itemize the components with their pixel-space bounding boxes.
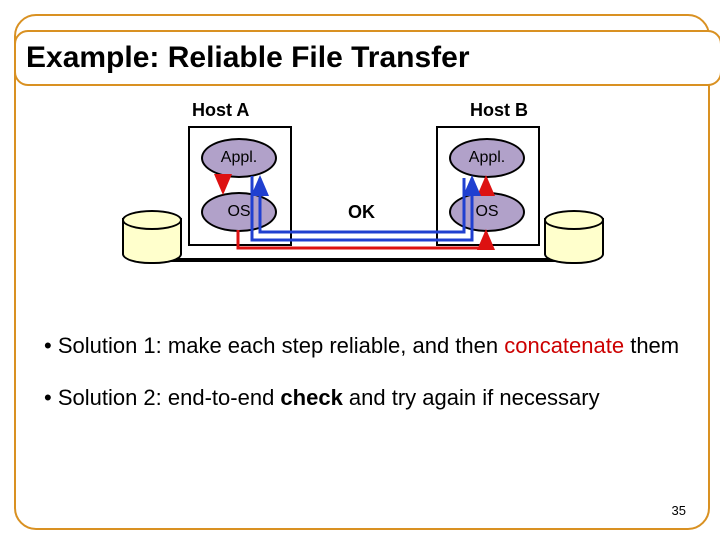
host-a-label: Host A — [192, 100, 249, 121]
host-b-os: OS — [449, 192, 525, 232]
slide-frame: Example: Reliable File Transfer Host A H… — [14, 14, 710, 530]
disk-top — [544, 210, 604, 230]
host-a-appl: Appl. — [201, 138, 277, 178]
title-bar: Example: Reliable File Transfer — [14, 30, 720, 86]
bullet-2: • Solution 2: end-to-end check and try a… — [44, 384, 684, 412]
b2-bold: check — [280, 385, 342, 410]
b1-pre: • Solution 1: make each step reliable, a… — [44, 333, 504, 358]
bullets: • Solution 1: make each step reliable, a… — [44, 332, 684, 435]
network-line — [162, 258, 562, 262]
disk-a — [122, 210, 178, 268]
diagram: Host A Host B Appl. OS Appl. OS OK — [16, 96, 708, 306]
disk-top — [122, 210, 182, 230]
b1-red: concatenate — [504, 333, 624, 358]
bullet-1: • Solution 1: make each step reliable, a… — [44, 332, 684, 360]
b2-pre: • Solution 2: end-to-end — [44, 385, 280, 410]
b2-post: and try again if necessary — [343, 385, 600, 410]
host-b-label: Host B — [470, 100, 528, 121]
b1-post: them — [624, 333, 679, 358]
host-a-os: OS — [201, 192, 277, 232]
disk-b — [544, 210, 600, 268]
slide-title: Example: Reliable File Transfer — [26, 41, 470, 75]
ok-label: OK — [348, 202, 375, 223]
host-b-appl: Appl. — [449, 138, 525, 178]
slide-number: 35 — [672, 503, 686, 518]
